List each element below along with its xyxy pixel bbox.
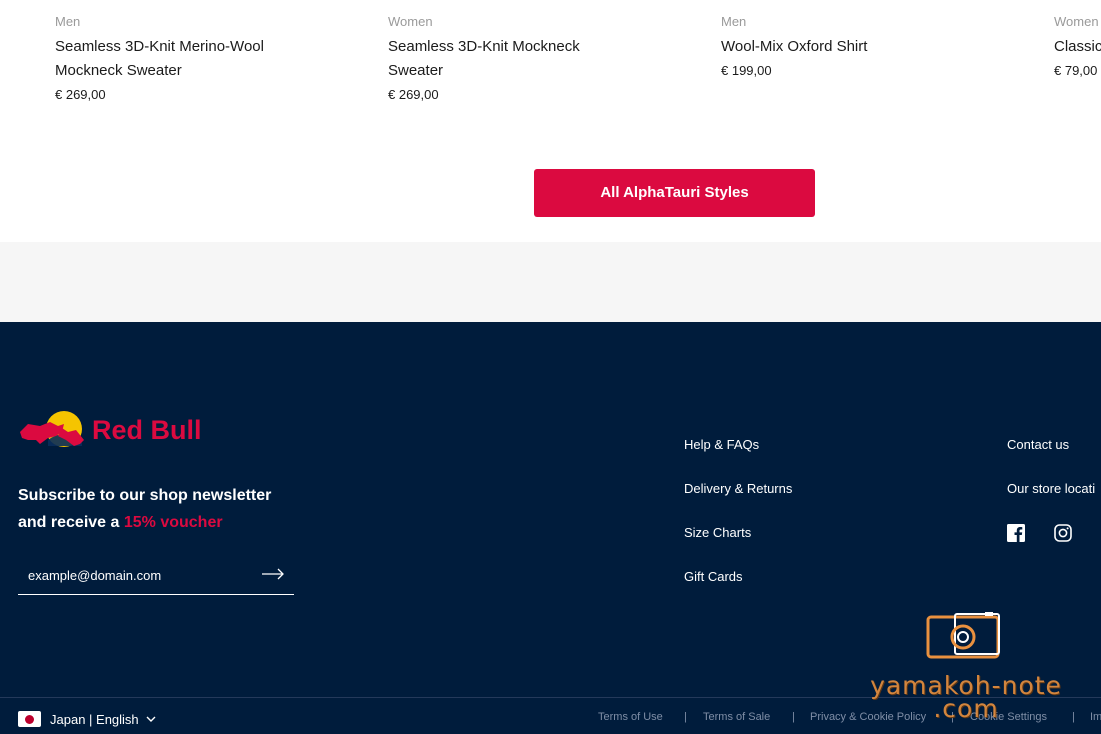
newsletter-line1: Subscribe to our shop newsletter (18, 487, 272, 504)
newsletter-heading: Subscribe to our shop newsletter and rec… (18, 482, 318, 536)
product-card[interactable]: Men Wool-Mix Oxford Shirt € 199,00 (721, 12, 1021, 81)
product-price: € 79,00 (1054, 63, 1098, 78)
product-name[interactable]: Seamless 3D-Knit Merino-Wool Mockneck Sw… (55, 35, 295, 83)
logo-text: Red Bull (92, 415, 200, 445)
product-strip: Men Seamless 3D-Knit Merino-Wool Mocknec… (0, 0, 1101, 242)
legal-links: Terms of Use (598, 711, 663, 723)
size-charts-link[interactable]: Size Charts (684, 522, 792, 566)
terms-of-sale-link[interactable]: Terms of Sale (703, 711, 770, 723)
japan-flag-icon (18, 711, 41, 727)
all-styles-button[interactable]: All AlphaTauri Styles (534, 169, 815, 217)
legal-separator: | (792, 711, 795, 723)
locale-selector[interactable]: Japan | English (18, 709, 156, 729)
product-category: Women (388, 14, 433, 29)
footer-links-help: Help & FAQs Delivery & Returns Size Char… (684, 434, 792, 610)
email-input[interactable] (28, 564, 248, 586)
arrow-right-icon[interactable] (261, 566, 285, 582)
product-price: € 269,00 (55, 87, 106, 102)
store-locator-link[interactable]: Our store locati (1007, 478, 1101, 522)
locale-label: Japan | English (50, 711, 139, 727)
imprint-link[interactable]: Im (1090, 711, 1101, 723)
delivery-returns-link[interactable]: Delivery & Returns (684, 478, 792, 522)
footer-links-contact: Contact us Our store locati (1007, 434, 1101, 522)
facebook-icon[interactable] (1007, 524, 1025, 542)
product-price: € 269,00 (388, 87, 439, 102)
watermark-text: yamakoh-note .com (856, 673, 1076, 723)
product-category: Men (721, 14, 747, 29)
red-bull-logo[interactable]: Red Bull (18, 410, 200, 450)
product-category: Women (1054, 14, 1099, 29)
camera-watermark-icon (926, 612, 1000, 659)
product-category: Men (55, 14, 81, 29)
help-faqs-link[interactable]: Help & FAQs (684, 434, 792, 478)
instagram-icon[interactable] (1054, 524, 1072, 542)
legal-links: Im (1090, 711, 1101, 723)
contact-us-link[interactable]: Contact us (1007, 434, 1101, 478)
product-name[interactable]: Wool-Mix Oxford Shirt (721, 35, 1021, 59)
watermark-line2: .com (933, 694, 999, 723)
terms-of-use-link[interactable]: Terms of Use (598, 711, 663, 723)
product-name[interactable]: Classic (1054, 35, 1101, 59)
spacer-band (0, 242, 1101, 322)
product-card[interactable]: Men Seamless 3D-Knit Merino-Wool Mocknec… (55, 12, 355, 105)
product-card[interactable]: Women Classic € 79,00 (1054, 12, 1101, 81)
newsletter-line2-prefix: and receive a (18, 514, 120, 531)
voucher-highlight: 15% voucher (123, 514, 223, 531)
product-price: € 199,00 (721, 63, 772, 78)
gift-cards-link[interactable]: Gift Cards (684, 566, 792, 610)
legal-links: Terms of Sale (703, 711, 770, 723)
chevron-down-icon (146, 716, 156, 722)
legal-separator: | (684, 711, 687, 723)
newsletter-form (18, 560, 294, 595)
product-card[interactable]: Women Seamless 3D-Knit Mockneck Sweater … (388, 12, 688, 105)
product-name[interactable]: Seamless 3D-Knit Mockneck Sweater (388, 35, 618, 83)
